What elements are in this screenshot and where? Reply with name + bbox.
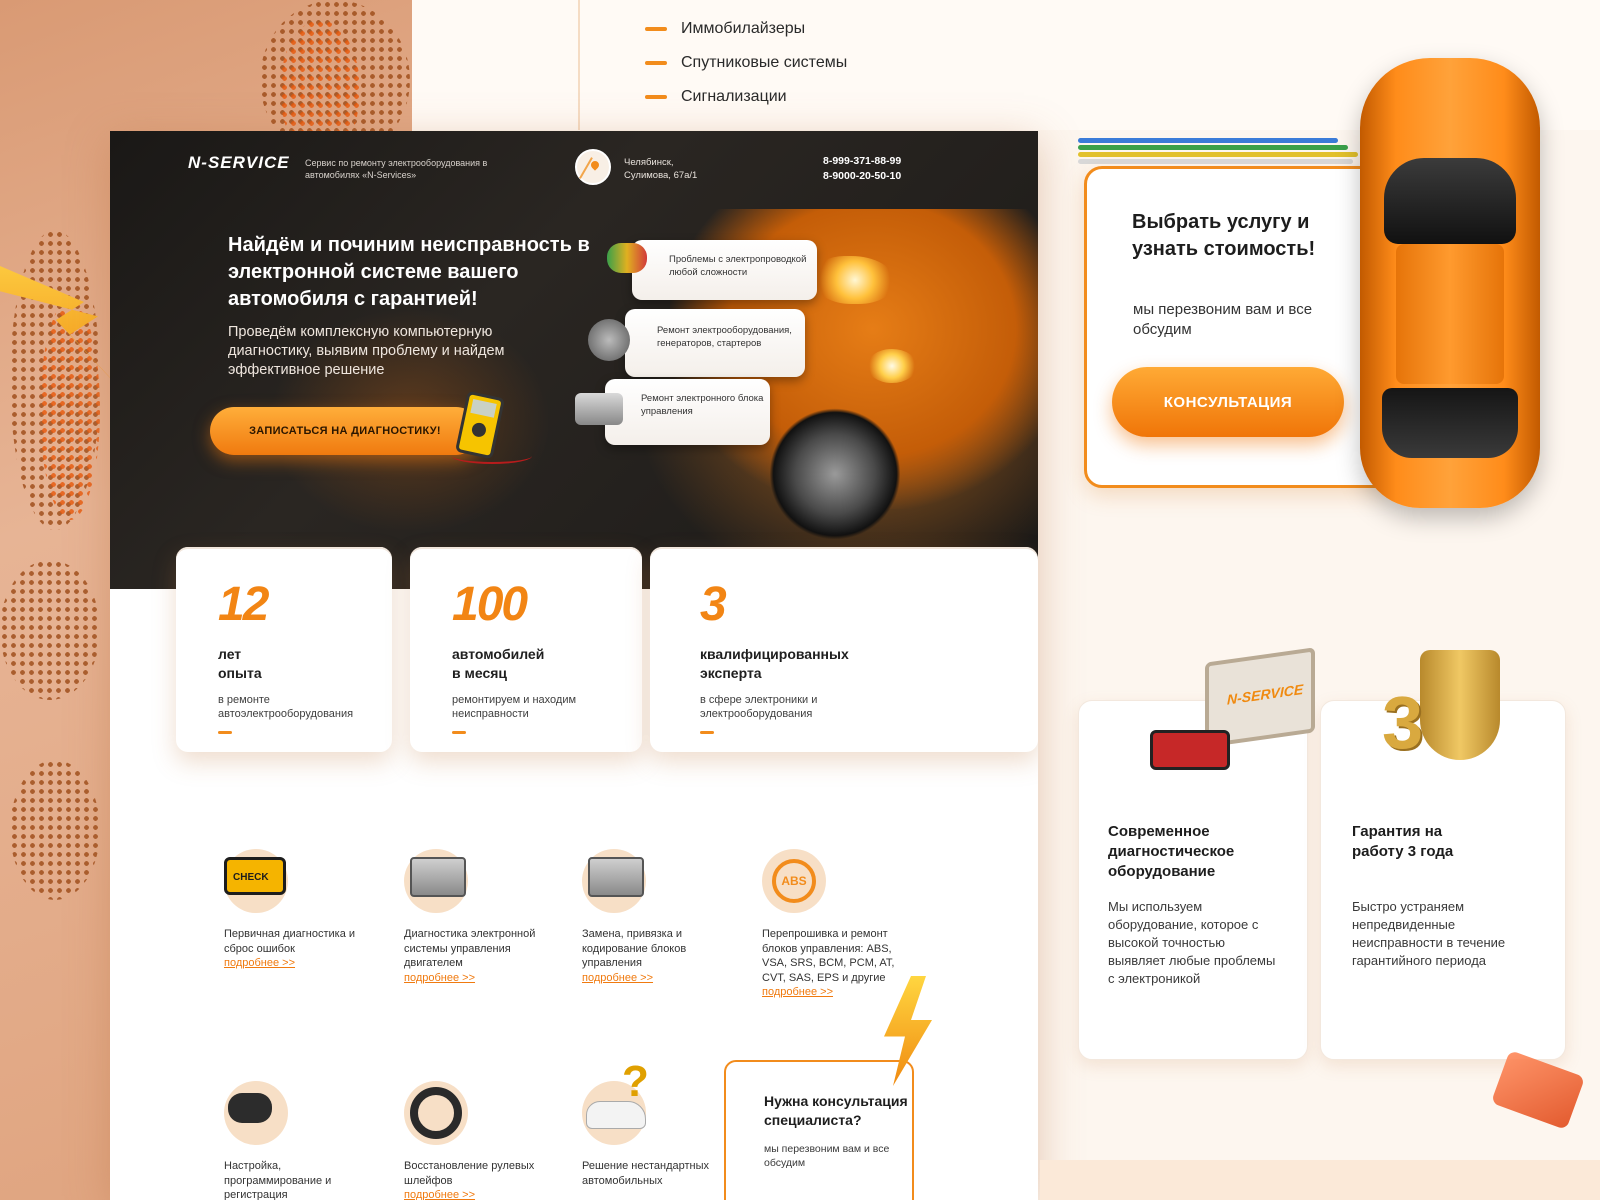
more-link[interactable]: подробнее >>	[582, 971, 732, 986]
service-item[interactable]: Первичная диагностика и сброс ошибок под…	[224, 849, 374, 971]
advantage-title: Гарантия на работу 3 года	[1352, 823, 1454, 860]
check-engine-icon	[224, 849, 288, 913]
consultation-title: Выбрать услугу и узнать стоимость!	[1132, 211, 1316, 260]
wires-icon	[607, 243, 647, 273]
service-item[interactable]: Настройка, программирование и регистраци…	[224, 1081, 374, 1200]
dash-icon	[452, 731, 466, 734]
logo[interactable]: N-SERVICE	[188, 153, 290, 173]
bottom-strip	[1040, 1160, 1600, 1200]
feature-card-ecu[interactable]: Ремонт электронного блока управления	[605, 379, 770, 445]
stat-card-experience: 12 лет опыта в ремонте автоэлектрооборудо…	[176, 547, 392, 752]
fuse-icon	[1490, 1050, 1586, 1130]
hero-title: Найдём и починим неисправность в электро…	[228, 234, 590, 310]
map-pin-icon[interactable]	[575, 149, 611, 185]
service-item[interactable]: ? Решение нестандартных автомобильных	[582, 1060, 732, 1188]
advantage-title: Современное диагностическое оборудование	[1108, 823, 1235, 880]
more-link[interactable]: подробнее >>	[404, 971, 554, 986]
menu-item-alarms[interactable]: Сигнализации	[645, 80, 847, 114]
car-question-icon: ?	[582, 1060, 649, 1145]
top-menu: Иммобилайзеры Спутниковые системы Сигнал…	[645, 12, 847, 114]
fog-light	[867, 349, 917, 383]
more-link[interactable]: подробнее >>	[224, 956, 374, 971]
service-item[interactable]: Диагностика электронной системы управлен…	[404, 849, 554, 985]
halftone-dots	[10, 760, 100, 900]
landing-page: N-SERVICE Сервис по ремонту электрообору…	[110, 131, 1038, 1200]
menu-item-immobilizers[interactable]: Иммобилайзеры	[645, 12, 847, 46]
dash-icon	[700, 731, 714, 734]
probe-wire	[452, 448, 532, 464]
phone-link[interactable]: 8-999-371-88-99	[823, 154, 901, 169]
halftone-dots	[0, 560, 100, 700]
signup-diagnostics-button[interactable]: ЗАПИСАТЬСЯ НА ДИАГНОСТИКУ!	[210, 407, 480, 455]
steering-wheel-icon	[404, 1081, 468, 1145]
advantage-text: Мы используем оборудование, которое с вы…	[1108, 899, 1276, 986]
dash-icon	[645, 61, 667, 65]
starter-motor-icon	[588, 319, 630, 361]
headlight	[815, 256, 895, 304]
consultation-subtitle: мы перезвоним вам и все обсудим	[1133, 301, 1313, 338]
hero-section: N-SERVICE Сервис по ремонту электрообору…	[110, 131, 1038, 589]
consultation-card-small[interactable]: Нужна консультация специалиста? мы перез…	[724, 1060, 914, 1200]
dash-icon	[645, 95, 667, 99]
phones: 8-999-371-88-99 8-9000-20-50-10	[823, 154, 901, 184]
divider	[578, 0, 580, 130]
service-item[interactable]: Замена, привязка и кодирование блоков уп…	[582, 849, 732, 985]
menu-item-satellite[interactable]: Спутниковые системы	[645, 46, 847, 80]
stat-card-cars: 100 автомобилей в месяц ремонтируем и нах…	[410, 547, 642, 752]
shield-icon	[1420, 650, 1500, 760]
service-item[interactable]: Восстановление рулевых шлейфов подробнее…	[404, 1081, 554, 1200]
multimeter-icon	[1150, 730, 1230, 770]
dash-icon	[645, 27, 667, 31]
tagline: Сервис по ремонту электрооборудования в …	[305, 158, 488, 180]
phone-link[interactable]: 8-9000-20-50-10	[823, 169, 901, 184]
hero-subtitle: Проведём комплексную компьютерную диагно…	[228, 324, 505, 378]
feature-card-wiring[interactable]: Проблемы с электропроводкой любой сложно…	[632, 240, 817, 300]
warranty-3-icon: 3	[1382, 681, 1424, 764]
advantage-text: Быстро устраняем непредвиденные неисправ…	[1352, 899, 1506, 968]
dash-icon	[218, 731, 232, 734]
car-wheel	[770, 399, 900, 549]
consultation-button[interactable]: КОНСУЛЬТАЦИЯ	[1112, 367, 1344, 437]
stat-card-experts: 3 квалифицированных эксперта в сфере элек…	[650, 547, 1038, 752]
more-link[interactable]: подробнее >>	[404, 1188, 554, 1200]
ecu-icon	[404, 849, 468, 913]
wire-cables	[1078, 138, 1368, 168]
feature-card-generators[interactable]: Ремонт электрооборудования, генераторов,…	[625, 309, 805, 377]
car-top-view-image	[1360, 58, 1540, 508]
abs-icon: ABS	[762, 849, 826, 913]
ecu-block-icon	[575, 393, 623, 425]
control-unit-icon	[582, 849, 646, 913]
more-link[interactable]: подробнее >>	[762, 985, 912, 1000]
car-key-icon	[224, 1081, 288, 1145]
service-item[interactable]: ABS Перепрошивка и ремонт блоков управле…	[762, 849, 912, 1000]
address: Челябинск, Сулимова, 67а/1	[624, 157, 698, 181]
